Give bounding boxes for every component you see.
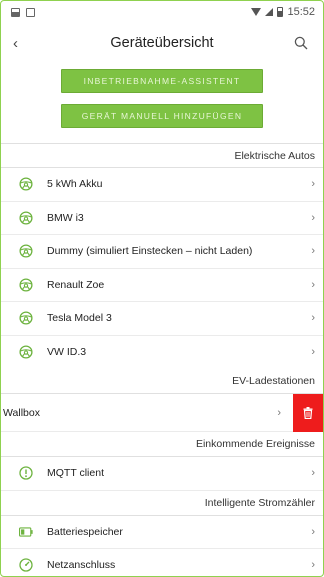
list-item-label: 5 kWh Akku	[47, 178, 103, 191]
battery-status-icon	[277, 7, 284, 17]
steering-wheel-icon	[19, 177, 33, 191]
steering-wheel-icon	[19, 211, 33, 225]
status-bar: 15:52	[1, 1, 323, 23]
chevron-right-icon: ›	[311, 312, 315, 325]
add-device-manually-button[interactable]: GERÄT MANUELL HINZUFÜGEN	[61, 104, 263, 128]
list-item[interactable]: BMW i3 ›	[1, 202, 323, 235]
section-header-events: Einkommende Ereignisse	[1, 432, 323, 457]
list-item[interactable]: Tesla Model 3 ›	[1, 302, 323, 336]
list-item[interactable]: Netzanschluss ›	[1, 549, 323, 576]
steering-wheel-icon	[19, 311, 33, 325]
list-item-label: Dummy (simuliert Einstecken – nicht Lade…	[47, 245, 253, 258]
trash-icon	[303, 406, 313, 419]
chevron-right-icon: ›	[311, 467, 315, 480]
car-list: 5 kWh Akku › BMW i3 › Dummy (simuliert E…	[1, 168, 323, 369]
list-item-label: Tesla Model 3	[47, 312, 112, 325]
chevron-right-icon: ›	[311, 178, 315, 191]
chevron-right-icon: ›	[311, 559, 315, 572]
image-notification-icon	[11, 7, 20, 17]
app-screen: 15:52 ‹ Geräteübersicht INBETRIEBNAHME-A…	[0, 0, 324, 577]
chevron-right-icon: ›	[311, 278, 315, 291]
chevron-right-icon: ›	[311, 245, 315, 258]
chevron-right-icon: ›	[311, 346, 315, 359]
steering-wheel-icon	[19, 244, 33, 258]
list-item[interactable]: Dummy (simuliert Einstecken – nicht Lade…	[1, 235, 323, 269]
gauge-icon	[19, 558, 33, 572]
list-item-label: Wallbox	[3, 406, 40, 419]
wifi-icon	[251, 8, 262, 16]
alert-circle-icon	[19, 466, 33, 480]
list-item[interactable]: Renault Zoe ›	[1, 269, 323, 302]
battery-icon	[19, 525, 33, 539]
back-button[interactable]: ‹	[13, 35, 33, 52]
list-item-label: BMW i3	[47, 211, 84, 224]
list-item-label: Netzanschluss	[47, 559, 116, 572]
section-header-chargers: EV-Ladestationen	[1, 369, 323, 394]
search-button[interactable]	[291, 33, 311, 53]
list-item-wallbox[interactable]: Wallbox ›	[1, 393, 323, 432]
steering-wheel-icon	[19, 345, 33, 359]
section-header-meters: Intelligente Stromzähler	[1, 491, 323, 516]
list-item-label: MQTT client	[47, 467, 104, 480]
app-bar: ‹ Geräteübersicht	[1, 23, 323, 63]
signal-icon	[265, 8, 274, 16]
search-icon	[294, 36, 308, 50]
steering-wheel-icon	[19, 278, 33, 292]
section-header-cars: Elektrische Autos	[1, 143, 323, 168]
delete-button[interactable]	[293, 393, 323, 432]
chevron-right-icon: ›	[277, 406, 281, 419]
list-item[interactable]: Batteriespeicher ›	[1, 516, 323, 549]
setup-assistant-button[interactable]: INBETRIEBNAHME-ASSISTENT	[61, 69, 263, 93]
status-time: 15:52	[287, 6, 315, 18]
chevron-right-icon: ›	[311, 211, 315, 224]
chevron-right-icon: ›	[311, 525, 315, 538]
app-notification-icon	[26, 7, 35, 17]
list-item[interactable]: MQTT client ›	[1, 457, 323, 491]
list-item-label: VW ID.3	[47, 346, 87, 359]
list-item[interactable]: VW ID.3 ›	[1, 336, 323, 370]
list-item-label: Renault Zoe	[47, 278, 105, 291]
list-item-label: Batteriespeicher	[47, 525, 123, 538]
list-item[interactable]: 5 kWh Akku ›	[1, 168, 323, 202]
page-title: Geräteübersicht	[110, 35, 214, 51]
